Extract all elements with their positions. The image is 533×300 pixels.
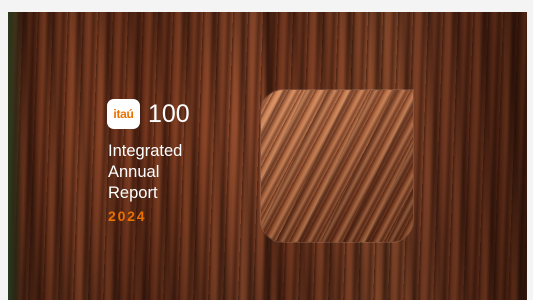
foliage-edge — [8, 12, 22, 300]
title-line-3: Report — [108, 184, 158, 202]
itau-logo-badge: itaú — [107, 99, 140, 129]
itau-100-logo: itaú 100 — [107, 99, 190, 129]
bark-closeup-image — [261, 90, 413, 242]
title-line-1: Integrated — [108, 142, 183, 160]
logo-100-mark: 100 — [148, 99, 190, 128]
title-line-2: Annual — [108, 163, 160, 181]
report-title: Integrated Annual Report — [108, 141, 182, 204]
report-cover: itaú 100 Integrated Annual Report 2024 — [8, 12, 527, 300]
report-year: 2024 — [108, 208, 147, 224]
